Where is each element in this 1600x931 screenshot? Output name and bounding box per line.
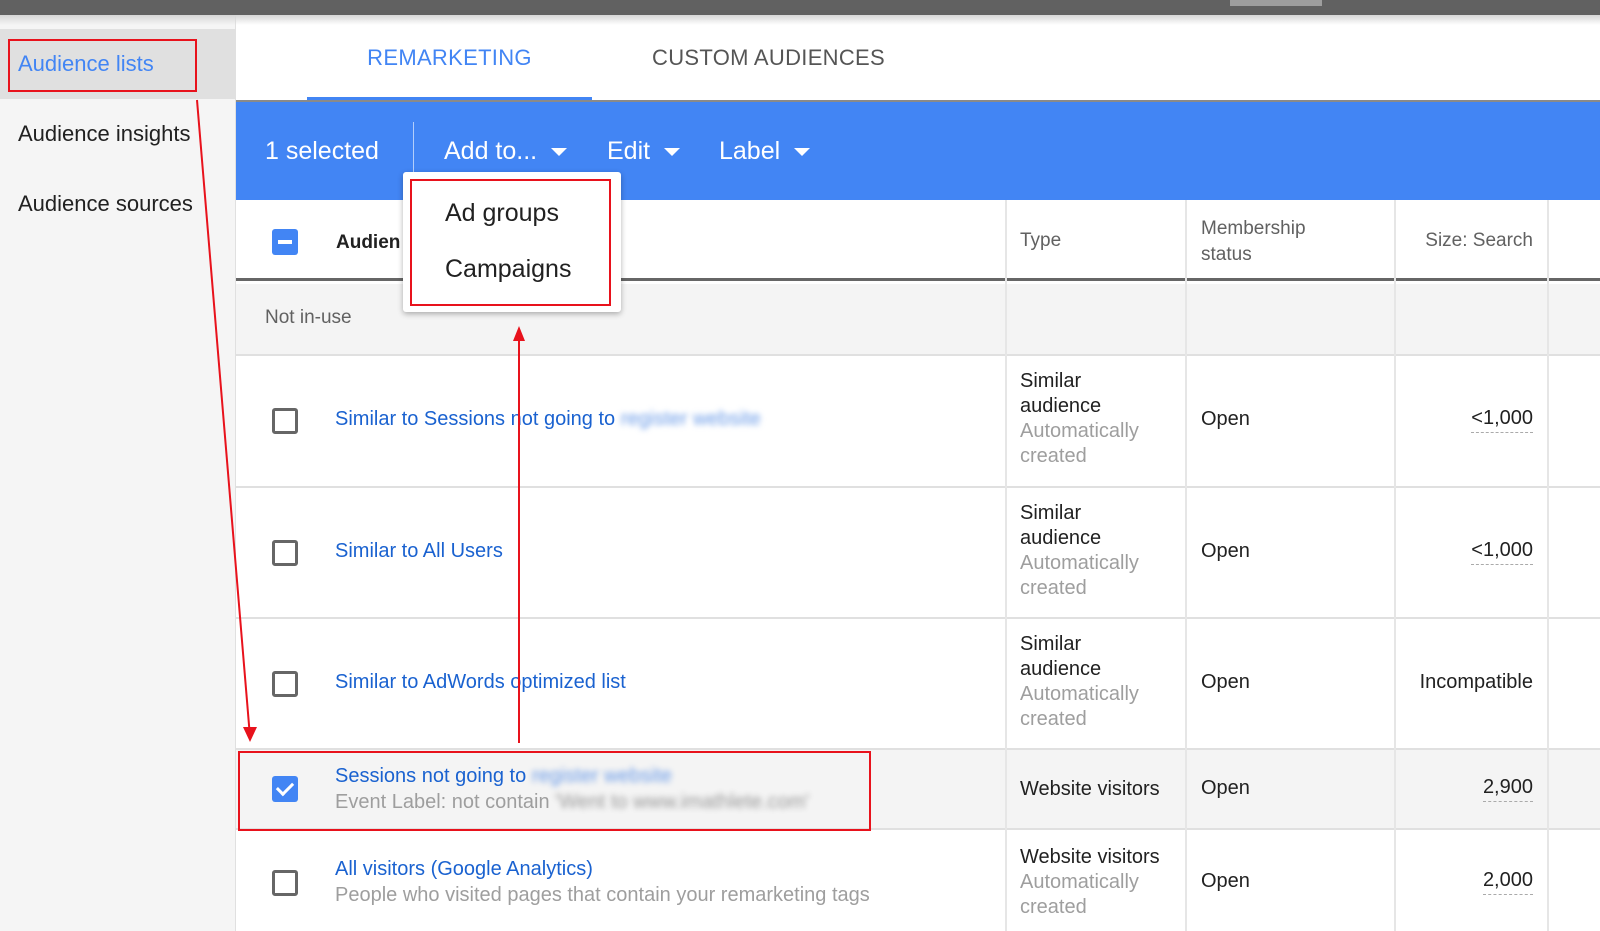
menu-item-ad-groups[interactable]: Ad groups xyxy=(445,199,559,228)
redacted-text: register website xyxy=(620,408,761,430)
group-label: Not in-use xyxy=(265,307,352,328)
select-all-checkbox[interactable] xyxy=(272,229,298,255)
audience-name: Sessions not going to xyxy=(335,765,527,787)
sidebar-item-label: Audience sources xyxy=(18,191,193,216)
membership-status: Open xyxy=(1201,671,1250,693)
column-separator xyxy=(1394,200,1396,931)
add-to-label: Add to... xyxy=(444,136,538,165)
caret-down-icon xyxy=(551,148,568,156)
audience-name-link[interactable]: Similar to Sessions not going to registe… xyxy=(335,408,761,431)
type-subtext: Automatically xyxy=(1020,871,1139,893)
sidebar: Audience lists Audience insights Audienc… xyxy=(0,15,236,931)
sidebar-item-label: Audience insights xyxy=(18,121,191,146)
browser-top-bar xyxy=(0,0,1600,15)
type-text: Website visitors xyxy=(1020,778,1160,800)
type-text: audience xyxy=(1020,395,1102,417)
audience-name-link[interactable]: All visitors (Google Analytics) xyxy=(335,858,593,881)
type-cell: Similar audience Automatically created xyxy=(1020,369,1139,469)
type-text: Similar xyxy=(1020,502,1082,524)
label-label: Label xyxy=(719,136,781,165)
sidebar-item-label: Audience lists xyxy=(18,51,154,76)
tab-remarketing[interactable]: REMARKETING xyxy=(307,15,592,100)
type-text: Similar xyxy=(1020,633,1082,655)
type-cell: Website visitors Automatically created xyxy=(1020,845,1160,920)
description-text: Event Label: not contain xyxy=(335,791,550,813)
column-header-size-search[interactable]: Size: Search xyxy=(1425,228,1533,254)
add-to-menu: Ad groups Campaigns xyxy=(403,172,621,312)
type-text: Similar xyxy=(1020,370,1082,392)
tab-custom-audiences[interactable]: CUSTOM AUDIENCES xyxy=(616,15,921,100)
row-checkbox[interactable] xyxy=(272,540,298,566)
caret-down-icon xyxy=(664,148,681,156)
column-header-type[interactable]: Type xyxy=(1020,228,1061,254)
tab-label: REMARKETING xyxy=(367,44,532,70)
selected-count: 1 selected xyxy=(265,136,379,165)
redacted-text: register website xyxy=(531,765,672,787)
sidebar-item-audience-lists[interactable]: Audience lists xyxy=(0,29,236,99)
caret-down-icon xyxy=(794,148,811,156)
type-subtext: created xyxy=(1020,445,1087,467)
type-text: Website visitors xyxy=(1020,846,1160,868)
size-value: Incompatible xyxy=(1419,671,1533,693)
audience-name-link[interactable]: Sessions not going to register website xyxy=(335,765,672,788)
type-cell: Similar audience Automatically created xyxy=(1020,632,1139,732)
column-separator xyxy=(1547,200,1549,931)
row-checkbox[interactable] xyxy=(272,870,298,896)
redacted-text: 'Went to www.imathlete.com' xyxy=(555,791,810,813)
membership-status: Open xyxy=(1201,777,1250,799)
row-checkbox-checked[interactable] xyxy=(272,776,298,802)
type-subtext: Automatically xyxy=(1020,683,1139,705)
horizontal-scrollbar-thumb[interactable] xyxy=(1230,0,1322,6)
sidebar-item-audience-sources[interactable]: Audience sources xyxy=(0,169,236,239)
audience-description: People who visited pages that contain yo… xyxy=(335,884,870,906)
row-checkbox[interactable] xyxy=(272,408,298,434)
sidebar-item-audience-insights[interactable]: Audience insights xyxy=(0,99,236,169)
row-checkbox[interactable] xyxy=(272,671,298,697)
audience-name-link[interactable]: Similar to AdWords optimized list xyxy=(335,671,626,694)
edit-label: Edit xyxy=(607,136,651,165)
column-separator xyxy=(1185,200,1187,931)
type-subtext: created xyxy=(1020,577,1087,599)
type-subtext: created xyxy=(1020,896,1087,918)
size-value[interactable]: <1,000 xyxy=(1471,539,1533,565)
audience-name-link[interactable]: Similar to All Users xyxy=(335,540,503,563)
column-header-audience[interactable]: Audien xyxy=(336,230,400,256)
type-subtext: Automatically xyxy=(1020,552,1139,574)
column-separator xyxy=(1005,200,1007,931)
header-line: Membership xyxy=(1201,218,1306,239)
membership-status: Open xyxy=(1201,870,1250,892)
tab-bar: REMARKETING CUSTOM AUDIENCES xyxy=(236,15,1600,100)
type-text: audience xyxy=(1020,658,1102,680)
tab-label: CUSTOM AUDIENCES xyxy=(652,44,885,70)
membership-status: Open xyxy=(1201,408,1250,430)
size-value[interactable]: 2,900 xyxy=(1482,776,1533,802)
type-subtext: Automatically xyxy=(1020,420,1139,442)
header-line: status xyxy=(1201,244,1252,265)
type-subtext: created xyxy=(1020,708,1087,730)
type-cell: Similar audience Automatically created xyxy=(1020,501,1139,601)
menu-item-campaigns[interactable]: Campaigns xyxy=(445,255,571,284)
size-value[interactable]: 2,000 xyxy=(1482,869,1533,895)
audience-description: Event Label: not contain 'Went to www.im… xyxy=(335,791,809,814)
membership-status: Open xyxy=(1201,540,1250,562)
size-value[interactable]: <1,000 xyxy=(1471,407,1533,433)
label-button[interactable]: Label xyxy=(719,102,811,200)
column-header-membership-status[interactable]: Membership status xyxy=(1201,216,1306,268)
audience-name: Similar to Sessions not going to xyxy=(335,408,616,430)
type-cell: Website visitors xyxy=(1020,777,1160,802)
type-text: audience xyxy=(1020,527,1102,549)
